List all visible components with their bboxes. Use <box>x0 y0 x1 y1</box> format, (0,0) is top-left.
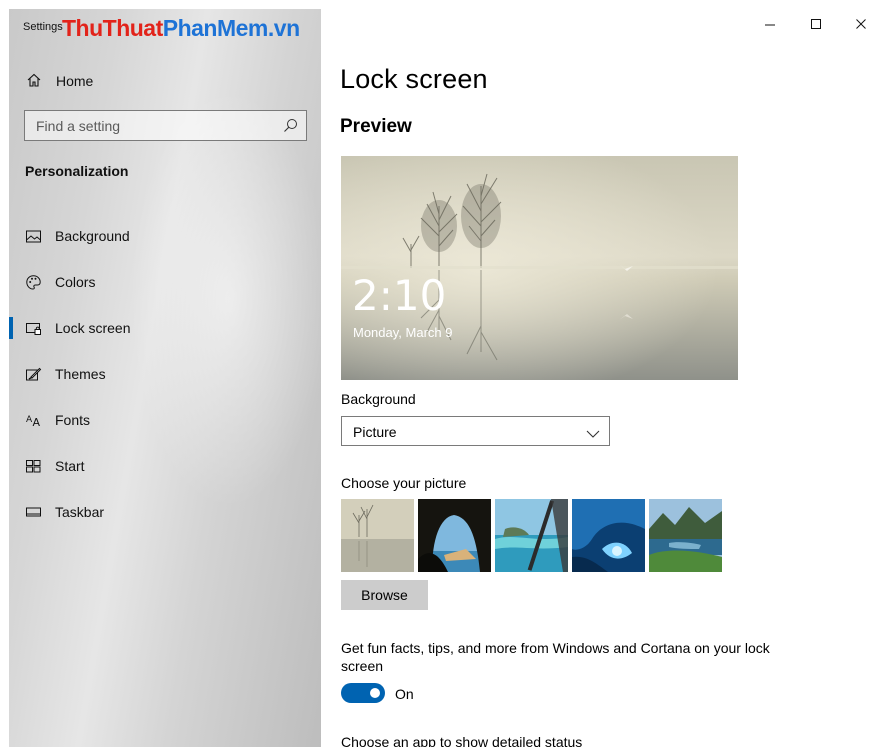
maximize-icon <box>811 19 821 29</box>
browse-button[interactable]: Browse <box>341 580 428 610</box>
section-title: Personalization <box>25 163 129 179</box>
sea-cave-thumbnail-image <box>418 499 491 572</box>
sidebar-item-label: Taskbar <box>55 504 105 520</box>
preview-title: Preview <box>340 116 412 137</box>
sidebar-item-label: Colors <box>55 274 96 290</box>
preview-clock: 2:10 <box>352 271 447 320</box>
close-icon <box>856 19 866 29</box>
preview-landscape-image <box>341 156 738 380</box>
settings-window: Settings ThuThuatPhanMem.vn Home Persona… <box>0 0 870 747</box>
window-left-edge <box>0 0 9 747</box>
sidebar-item-label: Background <box>55 228 130 244</box>
sidebar-item-label: Start <box>55 458 85 474</box>
preview-date: Monday, March 9 <box>353 325 453 340</box>
selected-indicator <box>9 317 13 339</box>
font-icon: AA <box>25 412 42 429</box>
sidebar-item-start[interactable]: Start <box>9 446 321 486</box>
search-box <box>24 110 307 141</box>
svg-text:A: A <box>33 416 41 429</box>
sidebar-item-label: Lock screen <box>55 320 131 336</box>
picture-thumbnail[interactable] <box>649 499 722 572</box>
ice-cave-thumbnail-image <box>572 499 645 572</box>
sidebar-item-lock-screen[interactable]: Lock screen <box>9 308 321 348</box>
search-input[interactable] <box>25 111 275 140</box>
lock-screen-icon <box>25 320 42 337</box>
close-button[interactable] <box>838 10 870 38</box>
fun-facts-toggle-state: On <box>395 686 414 702</box>
maximize-button[interactable] <box>793 10 839 38</box>
choose-picture-label: Choose your picture <box>341 475 467 491</box>
picture-thumbnail[interactable] <box>572 499 645 572</box>
page-title: Lock screen <box>340 64 488 94</box>
sidebar-item-label: Fonts <box>55 412 91 428</box>
minimize-button[interactable] <box>747 10 793 38</box>
chevron-down-icon <box>586 426 600 444</box>
toggle-knob <box>370 688 380 698</box>
lagoon-window-thumbnail-image <box>495 499 568 572</box>
home-icon <box>26 72 42 88</box>
misty-lake-thumbnail-image <box>341 499 414 572</box>
fun-facts-description: Get fun facts, tips, and more from Windo… <box>341 640 770 674</box>
title-bar: Settings ThuThuatPhanMem.vn <box>9 9 321 47</box>
sidebar-item-label: Themes <box>55 366 106 382</box>
picture-thumbnail[interactable] <box>418 499 491 572</box>
sidebar-item-fonts[interactable]: AA Fonts <box>9 400 321 440</box>
sidebar-item-taskbar[interactable]: Taskbar <box>9 492 321 532</box>
start-grid-icon <box>25 458 42 475</box>
sidebar-item-label: Home <box>56 73 94 89</box>
brush-icon <box>25 366 42 383</box>
background-label: Background <box>341 391 416 407</box>
minimize-icon <box>765 24 775 26</box>
picture-thumbnail[interactable] <box>495 499 568 572</box>
sidebar-item-background[interactable]: Background <box>9 216 321 256</box>
fun-facts-toggle[interactable] <box>341 683 385 703</box>
palette-icon <box>25 274 42 291</box>
sidebar: Settings ThuThuatPhanMem.vn Home Persona… <box>9 9 321 747</box>
taskbar-icon <box>25 504 42 521</box>
app-title: Settings <box>23 21 63 33</box>
watermark: ThuThuatPhanMem.vn <box>62 15 300 41</box>
background-dropdown-value: Picture <box>353 424 397 440</box>
picture-icon <box>25 228 42 245</box>
search-icon[interactable] <box>283 118 298 133</box>
mountain-lake-thumbnail-image <box>649 499 722 572</box>
lock-screen-preview: 2:10 Monday, March 9 <box>341 156 738 380</box>
picture-thumbnail[interactable] <box>341 499 414 572</box>
sidebar-item-colors[interactable]: Colors <box>9 262 321 302</box>
sidebar-item-home[interactable]: Home <box>9 61 321 101</box>
detailed-status-label: Choose an app to show detailed status <box>341 734 583 747</box>
background-dropdown[interactable]: Picture <box>341 416 610 446</box>
sidebar-item-themes[interactable]: Themes <box>9 354 321 394</box>
